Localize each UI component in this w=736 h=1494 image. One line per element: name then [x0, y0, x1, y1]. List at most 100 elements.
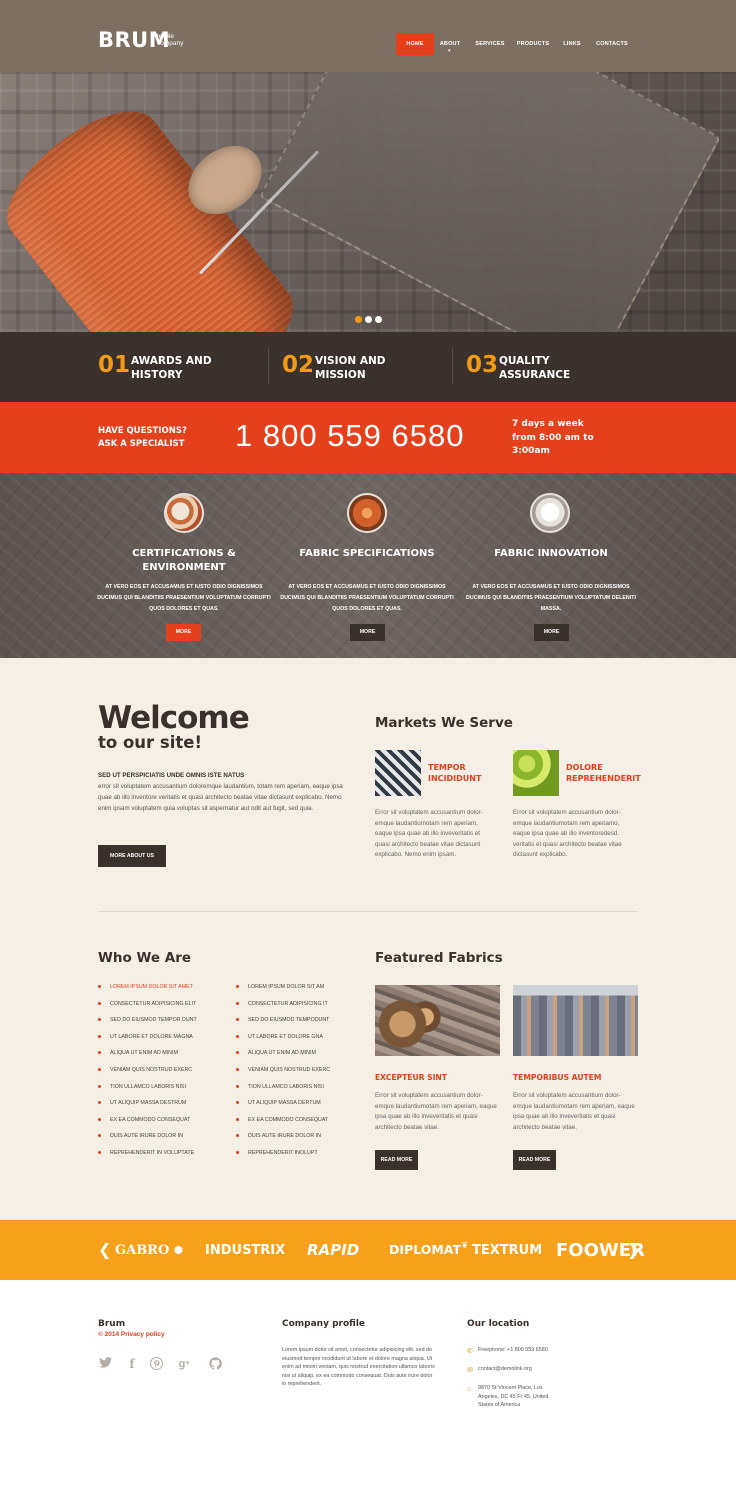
list-item[interactable]: Reprehenderit inolupt — [236, 1149, 318, 1166]
nav-home[interactable]: Home — [396, 33, 434, 55]
fabric-text-1: Error sit voluptatem accusantium dolor-e… — [375, 1092, 497, 1131]
list-item[interactable]: Ut aliquip massa destrum — [98, 1099, 186, 1116]
slider-dot-2[interactable] — [365, 316, 372, 323]
brand-logo-gabro[interactable]: GABRO ✺ — [115, 1243, 183, 1258]
certificate-icon — [164, 493, 204, 533]
who-list-col1: Lorem ipsum dolor sit amet Consectetur a… — [98, 983, 228, 1173]
list-item[interactable]: Ut labore et dolore gna — [236, 1033, 323, 1050]
list-item[interactable]: Sed do eiusmod tempor dunt — [98, 1016, 197, 1033]
slider-dot-1[interactable] — [355, 316, 362, 323]
fabric-title-1[interactable]: Excepteur sint — [375, 1073, 447, 1082]
more-about-us-button[interactable]: More about us — [98, 845, 166, 867]
twitter-icon[interactable] — [98, 1357, 112, 1371]
list-item[interactable]: Aliqua ut enim ad minim — [236, 1049, 316, 1066]
hero-fabric-image — [258, 72, 722, 332]
footer-email[interactable]: contact@demolink.org — [478, 1365, 532, 1374]
google-plus-icon[interactable]: g+ — [177, 1357, 191, 1371]
list-item[interactable]: Ut aliquip massa dertum — [236, 1099, 321, 1116]
fabric-image-1[interactable] — [375, 985, 500, 1056]
brand-logo-industrix[interactable]: INDUSTRIX — [205, 1243, 285, 1258]
service-title-innovation: Fabric Innovation — [494, 548, 608, 559]
footer-address: 9870 St Vincent Place, Los Angeles, DC 4… — [478, 1385, 549, 1409]
carousel-next-icon[interactable]: ❯ — [627, 1240, 640, 1260]
service-title-specifications: Fabric Specifications — [299, 548, 435, 559]
market-title-2[interactable]: Dolore reprehenderit — [566, 762, 656, 784]
cotton-icon — [530, 493, 570, 533]
brand-logo-textrum[interactable]: TEXTRUM — [472, 1243, 542, 1258]
list-item[interactable]: Consectetur adipisicing elit — [98, 1000, 196, 1017]
list-item[interactable]: Sed do eiusmod tempodunt — [236, 1016, 329, 1033]
list-item[interactable]: Reprehenderit in voluptate — [98, 1149, 194, 1166]
section-divider — [98, 911, 638, 912]
nav-contacts[interactable]: Contacts — [594, 33, 630, 55]
nav-links[interactable]: Links — [560, 33, 584, 55]
list-item[interactable]: Duis aute irure dolor in — [98, 1132, 183, 1149]
list-item[interactable]: Lorem ipsum dolor sit amet — [98, 983, 193, 1000]
list-item[interactable]: Lorem ipsum dolor sit am — [236, 983, 324, 1000]
phone-icon: ✆ — [467, 1348, 473, 1355]
market-image-1 — [375, 750, 421, 796]
footer-brand: Brum — [98, 1319, 126, 1329]
list-item[interactable]: Duis aute irure dolor in — [236, 1132, 321, 1149]
fabric-image-2[interactable] — [513, 985, 638, 1056]
pinterest-icon[interactable] — [149, 1357, 163, 1371]
facebook-icon[interactable]: f — [125, 1357, 139, 1371]
list-item[interactable]: Ex ea commodo consequat — [98, 1116, 190, 1133]
phone-number[interactable]: 1 800 559 6580 — [235, 418, 465, 454]
list-item[interactable]: Ex ea commodo consequat — [236, 1116, 328, 1133]
list-item[interactable]: Ut labore et dolore magna — [98, 1033, 193, 1050]
brand-logo-rapid[interactable]: RAPID — [307, 1241, 359, 1259]
leaf-icon: ❦ — [461, 1241, 469, 1251]
read-more-button-2[interactable]: Read more — [513, 1150, 556, 1170]
service-text-certifications: At vero eos et accusamus et iusto odio d… — [97, 584, 271, 612]
more-button-specifications[interactable]: More — [350, 624, 385, 641]
home-icon: ⌂ — [467, 1386, 472, 1393]
logo-subtitle: textile company — [157, 33, 184, 47]
feature-number-1: 01 — [98, 352, 131, 378]
list-item[interactable]: Veniam quis nostrud exerc — [236, 1066, 330, 1083]
carousel-prev-icon[interactable]: ❮ — [98, 1240, 111, 1260]
github-icon[interactable] — [208, 1357, 222, 1371]
market-text-2: Error sit voluptatem accusantium dolor-e… — [513, 809, 622, 858]
feature-number-2: 02 — [282, 352, 315, 378]
list-item[interactable]: Tion ullamco laboris nisi — [236, 1083, 324, 1100]
who-we-are-heading: Who We Are — [98, 950, 192, 966]
market-text-1: Error sit voluptatem accusantium dolor-e… — [375, 809, 483, 858]
contact-question: Have questions? Ask a specialist — [98, 426, 187, 449]
fabric-title-2[interactable]: Temporibus autem — [513, 1073, 601, 1082]
welcome-lead: Sed ut perspiciatis unde omnis iste natu… — [98, 772, 245, 779]
list-item[interactable]: Consectetur adipisicing it — [236, 1000, 328, 1017]
location-heading: Our location — [467, 1319, 530, 1329]
welcome-title: Welcome — [98, 700, 250, 736]
list-item[interactable]: Aliqua ut enim ad minim — [98, 1049, 178, 1066]
read-more-button-1[interactable]: Read more — [375, 1150, 418, 1170]
company-profile-text: Lorem ipsum dolor sit amet, consectetur … — [282, 1347, 435, 1388]
more-button-innovation[interactable]: More — [534, 624, 569, 641]
chevron-down-icon: ▾ — [448, 48, 451, 54]
list-item[interactable]: Veniam quis nostrud exerc — [98, 1066, 192, 1083]
more-button-certifications[interactable]: More — [166, 624, 201, 641]
mail-icon: ✉ — [467, 1367, 473, 1374]
nav-services[interactable]: Services — [472, 33, 508, 55]
brand-logo-diplomat[interactable]: DIPLOMAT❦ — [389, 1241, 469, 1257]
slider-dot-3[interactable] — [375, 316, 382, 323]
list-item[interactable]: Tion ullamco laboris nisi — [98, 1083, 186, 1100]
welcome-body: error sit voluptatem accusantium dolorem… — [98, 783, 343, 812]
hero-spool-image — [0, 88, 314, 332]
market-title-1[interactable]: Tempor incididunt — [428, 762, 518, 784]
nav-about[interactable]: About ▾ — [434, 33, 466, 55]
feature-link-quality[interactable]: Quality Assurance — [499, 354, 599, 382]
nav-products[interactable]: Products — [514, 33, 552, 55]
who-list-col2: Lorem ipsum dolor sit am Consectetur adi… — [236, 983, 366, 1173]
footer-copyright[interactable]: © 2014 Privacy policy — [98, 1331, 165, 1338]
opening-hours: 7 days a week from 8:00 am to 3:00am — [512, 419, 594, 456]
feature-link-vision[interactable]: Vision and Mission — [315, 354, 415, 382]
divider — [268, 348, 269, 384]
feature-link-awards[interactable]: Awards and History — [131, 354, 231, 382]
hero-slider — [0, 72, 736, 332]
company-profile-heading: Company profile — [282, 1319, 366, 1329]
markets-heading: Markets We Serve — [375, 715, 513, 731]
footer-phone[interactable]: Freephone: +1 800 559 6580 — [478, 1346, 548, 1355]
fabric-roll-icon — [347, 493, 387, 533]
feature-number-3: 03 — [466, 352, 499, 378]
